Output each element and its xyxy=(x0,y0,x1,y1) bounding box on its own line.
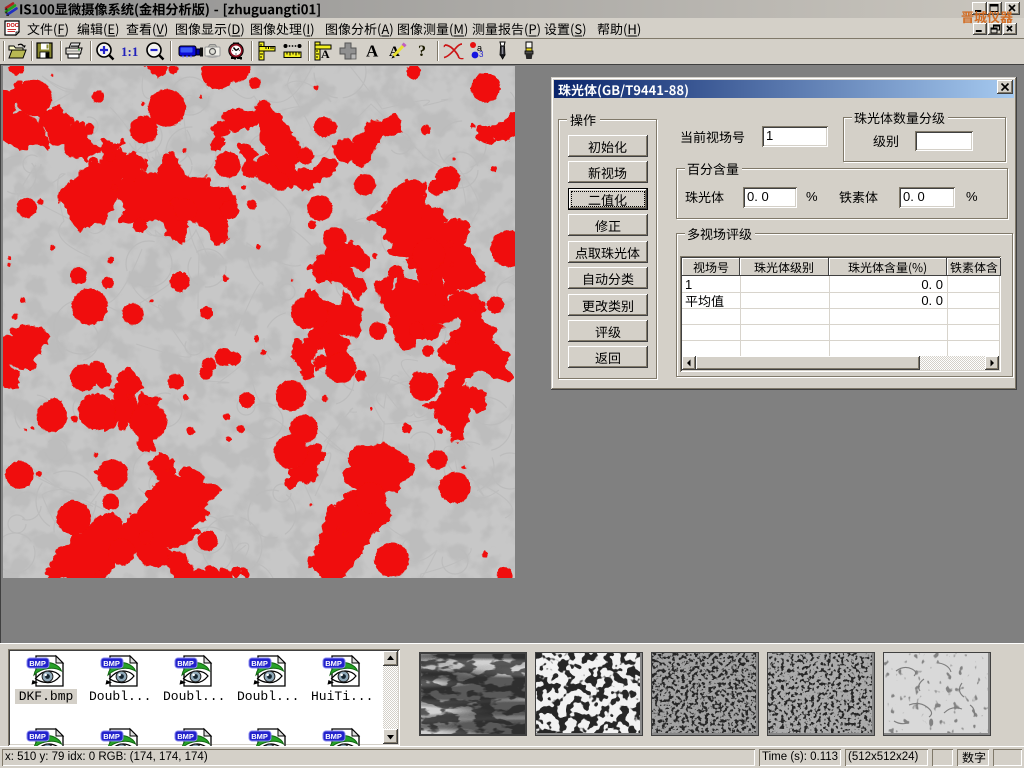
svg-text:DOC: DOC xyxy=(7,23,19,29)
svg-text:1:1: 1:1 xyxy=(121,44,138,59)
svg-text:A: A xyxy=(321,47,330,61)
svg-text:BMP: BMP xyxy=(29,732,46,741)
svg-text:BMP: BMP xyxy=(29,659,46,668)
svg-text:BMP: BMP xyxy=(103,732,120,741)
svg-text:BMP: BMP xyxy=(177,659,194,668)
svg-text:3: 3 xyxy=(479,50,484,59)
svg-text:A: A xyxy=(366,42,379,60)
svg-text:BMP: BMP xyxy=(103,659,120,668)
svg-text:BMP: BMP xyxy=(251,732,268,741)
svg-text:BMP: BMP xyxy=(251,659,268,668)
svg-text:BMP: BMP xyxy=(177,732,194,741)
svg-text:?: ? xyxy=(418,43,426,59)
svg-text:BMP: BMP xyxy=(325,659,342,668)
svg-text:BMP: BMP xyxy=(325,732,342,741)
